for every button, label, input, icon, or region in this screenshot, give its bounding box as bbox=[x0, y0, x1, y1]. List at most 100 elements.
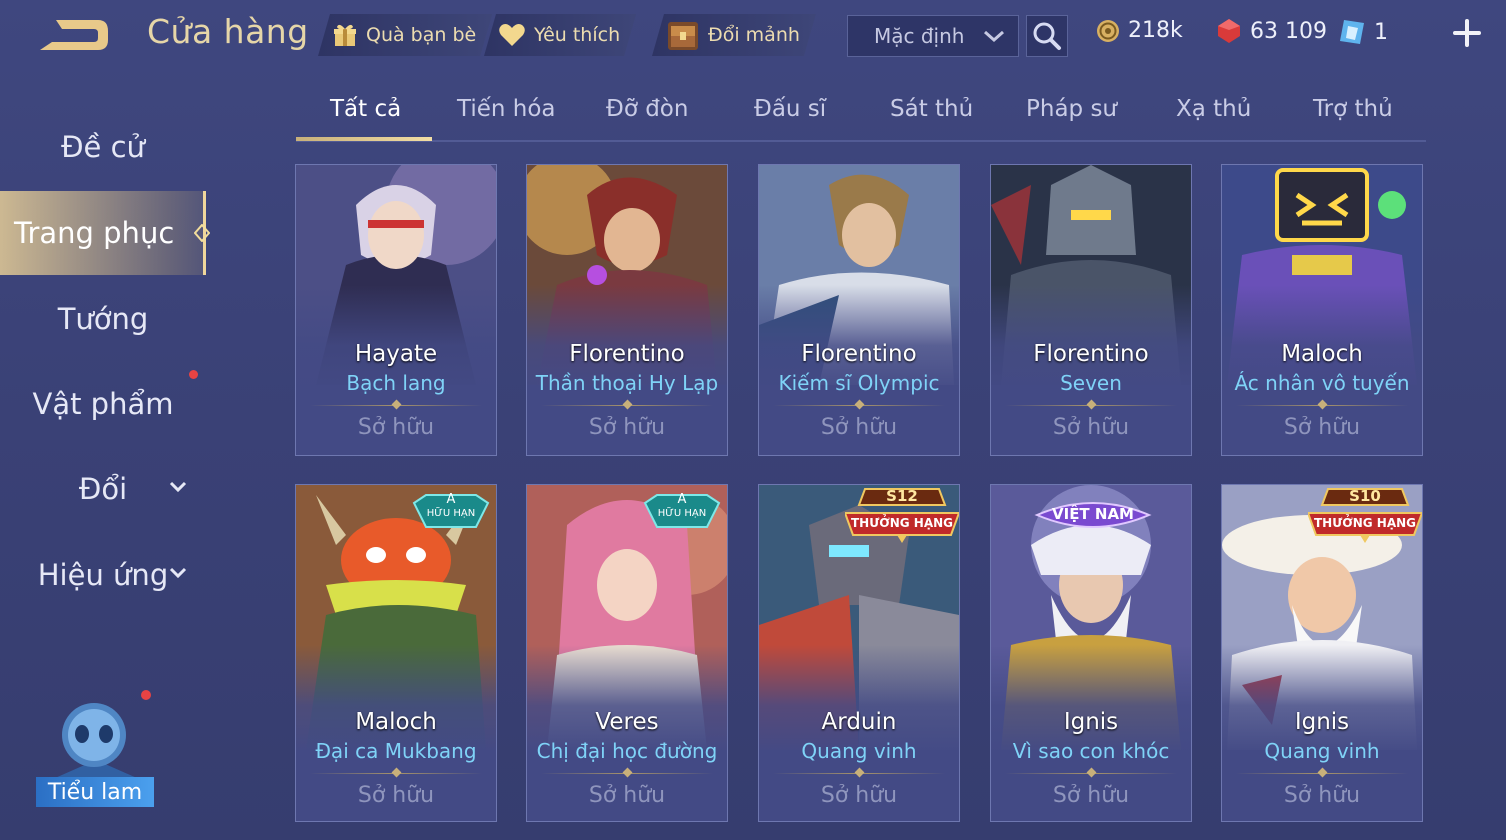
ownership-status: Sở hữu bbox=[357, 783, 435, 808]
skin-name: Bạch lang bbox=[346, 371, 446, 395]
skin-name: Chị đại học đường bbox=[536, 739, 718, 763]
skin-name: Quang vinh bbox=[801, 739, 917, 763]
ownership-status: Sở hữu bbox=[820, 415, 898, 440]
sidebar-item-label: Vật phẩm bbox=[32, 387, 174, 421]
plus-icon[interactable] bbox=[1450, 16, 1484, 50]
chevron-down-icon bbox=[169, 481, 187, 493]
skin-name: Đại ca Mukbang bbox=[315, 739, 477, 763]
treasure-chest-icon bbox=[666, 18, 700, 52]
hero-name: Maloch bbox=[355, 709, 437, 735]
hero-name: Ignis bbox=[1063, 709, 1119, 735]
skin-name: Ác nhân vô tuyến bbox=[1234, 371, 1410, 395]
blue-card-icon bbox=[1340, 20, 1364, 44]
skin-card[interactable]: Florentino Kiếm sĩ Olympic Sở hữu bbox=[758, 164, 960, 456]
sort-dropdown[interactable]: Mặc định bbox=[847, 15, 1019, 57]
friend-gift-button[interactable]: Quà bạn bè bbox=[318, 14, 492, 56]
favorite-label: Yêu thích bbox=[534, 24, 621, 46]
sidebar-item-label: Tướng bbox=[57, 302, 149, 336]
skin-name: Kiếm sĩ Olympic bbox=[778, 371, 940, 395]
sort-selected-value: Mặc định bbox=[874, 24, 965, 48]
badge-tier: A bbox=[446, 492, 456, 507]
tieu-lam-label: Tiểu lam bbox=[36, 777, 154, 807]
skin-card[interactable]: Florentino Seven Sở hữu bbox=[990, 164, 1192, 456]
tab-fighter[interactable]: Đấu sĩ bbox=[754, 96, 826, 122]
tab-mage[interactable]: Pháp sư bbox=[1026, 96, 1117, 122]
tab-support[interactable]: Trợ thủ bbox=[1313, 96, 1393, 122]
sidebar-item-label: Đổi bbox=[78, 472, 128, 506]
sidebar-item-items[interactable]: Vật phẩm bbox=[0, 362, 206, 446]
tab-tank[interactable]: Đỡ đòn bbox=[606, 96, 688, 122]
badge-tier: A bbox=[677, 492, 687, 507]
voucher-amount: 63 109 bbox=[1250, 18, 1327, 44]
hero-name: Arduin bbox=[821, 709, 897, 735]
ownership-status: Sở hữu bbox=[357, 415, 435, 440]
skin-card[interactable]: Florentino Thần thoại Hy Lạp Sở hữu bbox=[526, 164, 728, 456]
tab-assassin[interactable]: Sát thủ bbox=[890, 96, 973, 122]
back-button[interactable] bbox=[36, 14, 114, 56]
token-amount: 1 bbox=[1374, 19, 1388, 45]
badge-label: HỮU HẠN bbox=[426, 508, 476, 519]
sidebar-item-skins[interactable]: Trang phục bbox=[0, 191, 210, 275]
heart-icon bbox=[498, 22, 526, 48]
skin-card[interactable]: Hayate Bạch lang Sở hữu bbox=[295, 164, 497, 456]
exchange-fragments-button[interactable]: Đổi mảnh bbox=[652, 14, 816, 56]
ownership-status: Sở hữu bbox=[1052, 415, 1130, 440]
sidebar-item-label: Hiệu ứng bbox=[37, 558, 169, 592]
page-title: Cửa hàng bbox=[147, 12, 309, 51]
tieu-lam-assistant-button[interactable]: Tiểu lam bbox=[36, 690, 156, 810]
skin-name: Thần thoại Hy Lạp bbox=[535, 371, 719, 395]
skin-card[interactable]: S12 THƯỞNG HẠNG Arduin Quang vinh Sở hữu bbox=[758, 484, 960, 822]
ownership-status: Sở hữu bbox=[820, 783, 898, 808]
search-button[interactable] bbox=[1026, 15, 1068, 57]
sidebar-item-recommended[interactable]: Đề cử bbox=[0, 105, 206, 189]
sidebar-item-exchange[interactable]: Đổi bbox=[0, 447, 206, 531]
ownership-status: Sở hữu bbox=[588, 783, 666, 808]
sidebar-item-heroes[interactable]: Tướng bbox=[0, 277, 206, 361]
hero-name: Hayate bbox=[354, 341, 438, 367]
hero-name: Florentino bbox=[569, 341, 685, 367]
gift-icon bbox=[332, 22, 358, 48]
badge-tier: S10 bbox=[1349, 487, 1381, 505]
ownership-status: Sở hữu bbox=[1052, 783, 1130, 808]
hero-name: Florentino bbox=[801, 341, 917, 367]
active-tab-indicator bbox=[296, 137, 432, 141]
badge-label: THƯỞNG HẠNG bbox=[1313, 516, 1417, 530]
skin-card[interactable]: Maloch Ác nhân vô tuyến Sở hữu bbox=[1221, 164, 1423, 456]
tab-marksman[interactable]: Xạ thủ bbox=[1176, 96, 1251, 122]
skin-card[interactable]: A HỮU HẠN Maloch Đại ca Mukbang Sở hữu bbox=[295, 484, 497, 822]
gold-amount: 218k bbox=[1128, 18, 1183, 43]
ownership-status: Sở hữu bbox=[1283, 415, 1361, 440]
chevron-down-icon bbox=[984, 30, 1004, 43]
badge-label: VIỆT NAM bbox=[1052, 505, 1134, 523]
sidebar-item-effects[interactable]: Hiệu ứng bbox=[0, 533, 206, 617]
hero-name: Veres bbox=[595, 709, 659, 735]
category-tabs: Tất cả Tiến hóa Đỡ đòn Đấu sĩ Sát thủ Ph… bbox=[296, 90, 1426, 142]
notification-dot bbox=[189, 370, 198, 379]
diamond-marker-icon bbox=[194, 224, 210, 242]
badge-label: HỮU HẠN bbox=[657, 508, 707, 519]
skin-card[interactable]: A HỮU HẠN Veres Chị đại học đường Sở hữu bbox=[526, 484, 728, 822]
search-icon bbox=[1033, 22, 1061, 50]
hero-name: Maloch bbox=[1281, 341, 1363, 367]
gold-currency: 218k bbox=[1096, 18, 1183, 43]
skin-name: Quang vinh bbox=[1264, 739, 1380, 763]
tab-all[interactable]: Tất cả bbox=[330, 96, 401, 122]
sidebar-item-label: Trang phục bbox=[14, 216, 175, 250]
voucher-currency: 63 109 bbox=[1216, 18, 1327, 44]
favorite-button[interactable]: Yêu thích bbox=[484, 14, 636, 56]
skin-card[interactable]: S10 THƯỞNG HẠNG Ignis Quang vinh Sở hữu bbox=[1221, 484, 1423, 822]
chevron-down-icon bbox=[169, 567, 187, 579]
badge-label: THƯỞNG HẠNG bbox=[850, 516, 954, 530]
ownership-status: Sở hữu bbox=[1283, 783, 1361, 808]
tab-evolution[interactable]: Tiến hóa bbox=[457, 96, 556, 122]
hero-name: Ignis bbox=[1294, 709, 1350, 735]
exchange-label: Đổi mảnh bbox=[708, 24, 800, 46]
back-arrow-icon bbox=[40, 20, 108, 50]
sidebar-item-label: Đề cử bbox=[61, 130, 145, 164]
friend-gift-label: Quà bạn bè bbox=[366, 24, 477, 46]
skin-card[interactable]: VIỆT NAM Ignis Vì sao con khóc Sở hữu bbox=[990, 484, 1192, 822]
ownership-status: Sở hữu bbox=[588, 415, 666, 440]
skin-name: Vì sao con khóc bbox=[1012, 739, 1170, 763]
hero-name: Florentino bbox=[1033, 341, 1149, 367]
top-bar: Cửa hàng Quà bạn bè Yêu thích Đổi mảnh M… bbox=[0, 0, 1506, 72]
